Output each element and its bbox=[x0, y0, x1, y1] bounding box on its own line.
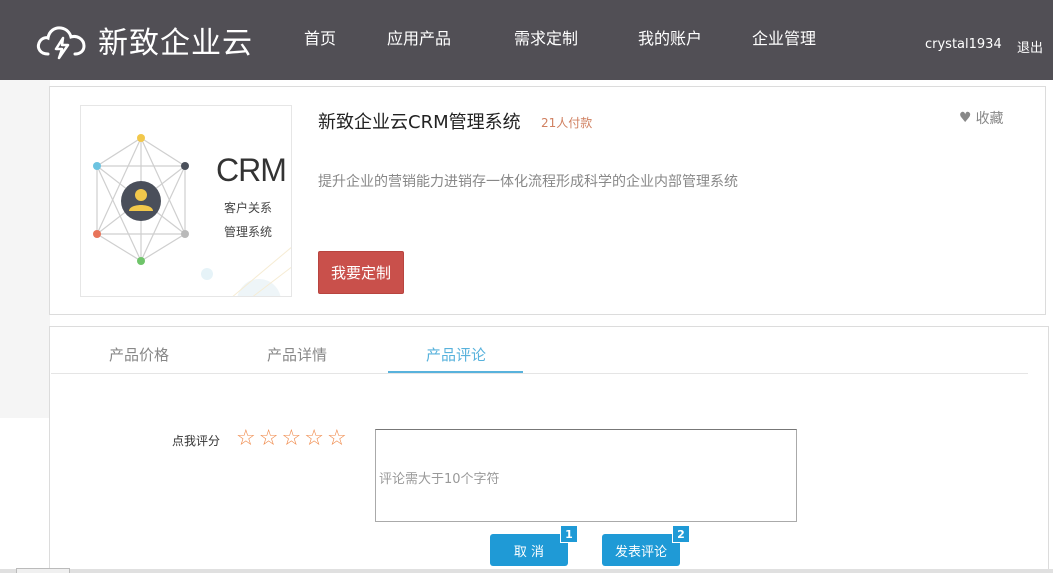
product-description: 提升企业的营销能力进销存一体化流程形成科学的企业内部管理系统 bbox=[318, 174, 738, 190]
product-image: CRM 客户关系 管理系统 bbox=[80, 105, 292, 297]
tab-details[interactable]: 产品详情 bbox=[267, 344, 327, 365]
bottom-scrollbar[interactable] bbox=[0, 569, 1053, 573]
step-badge: 2 bbox=[672, 525, 690, 543]
product-image-line1: 客户关系 bbox=[224, 201, 273, 215]
submit-review-button[interactable]: 发表评论 2 bbox=[602, 525, 690, 566]
top-navbar: 新致企业云 首页 应用产品 需求定制 我的账户 企业管理 crystal1934… bbox=[0, 0, 1053, 80]
cloud-bolt-icon bbox=[34, 22, 90, 66]
star-icon[interactable]: ☆ bbox=[236, 427, 256, 451]
nav-my-account[interactable]: 我的账户 bbox=[638, 29, 702, 49]
star-icon[interactable]: ☆ bbox=[281, 427, 301, 451]
product-card: CRM 客户关系 管理系统 新致企业云CRM管理系统 21人付款 ♥ 收藏 提升… bbox=[49, 86, 1046, 315]
star-icon[interactable]: ☆ bbox=[327, 427, 347, 451]
product-image-label: CRM bbox=[216, 152, 287, 188]
pay-count: 21人付款 bbox=[541, 116, 593, 130]
tab-reviews[interactable]: 产品评论 bbox=[426, 344, 486, 365]
nav-custom-request[interactable]: 需求定制 bbox=[514, 29, 578, 49]
star-icon[interactable]: ☆ bbox=[304, 427, 324, 451]
step-badge: 1 bbox=[560, 525, 578, 543]
star-icon[interactable]: ☆ bbox=[259, 427, 279, 451]
cancel-button-label: 取 消 bbox=[513, 544, 545, 560]
rating-label: 点我评分 bbox=[172, 434, 221, 448]
heart-icon: ♥ bbox=[959, 110, 972, 126]
favorite-button[interactable]: ♥ 收藏 bbox=[959, 108, 1004, 128]
customize-button[interactable]: 我要定制 bbox=[318, 251, 404, 294]
product-title: 新致企业云CRM管理系统 bbox=[318, 112, 521, 133]
comment-input[interactable] bbox=[375, 429, 797, 522]
favorite-label: 收藏 bbox=[975, 111, 1004, 127]
logo[interactable]: 新致企业云 bbox=[34, 22, 253, 66]
star-rating[interactable]: ☆ ☆ ☆ ☆ ☆ bbox=[236, 427, 350, 451]
nav-home[interactable]: 首页 bbox=[304, 29, 336, 49]
tab-divider bbox=[51, 373, 1028, 374]
username[interactable]: crystal1934 bbox=[925, 37, 1002, 52]
logo-text: 新致企业云 bbox=[98, 26, 253, 61]
logout-link[interactable]: 退出 bbox=[1017, 37, 1043, 56]
cancel-button[interactable]: 取 消 1 bbox=[490, 525, 578, 566]
submit-button-label: 发表评论 bbox=[614, 544, 667, 560]
scrollbar-thumb[interactable] bbox=[16, 568, 70, 573]
tab-price[interactable]: 产品价格 bbox=[109, 344, 169, 365]
nav-enterprise-management[interactable]: 企业管理 bbox=[752, 29, 816, 49]
nav-products[interactable]: 应用产品 bbox=[387, 29, 451, 49]
product-image-line2: 管理系统 bbox=[224, 225, 273, 239]
